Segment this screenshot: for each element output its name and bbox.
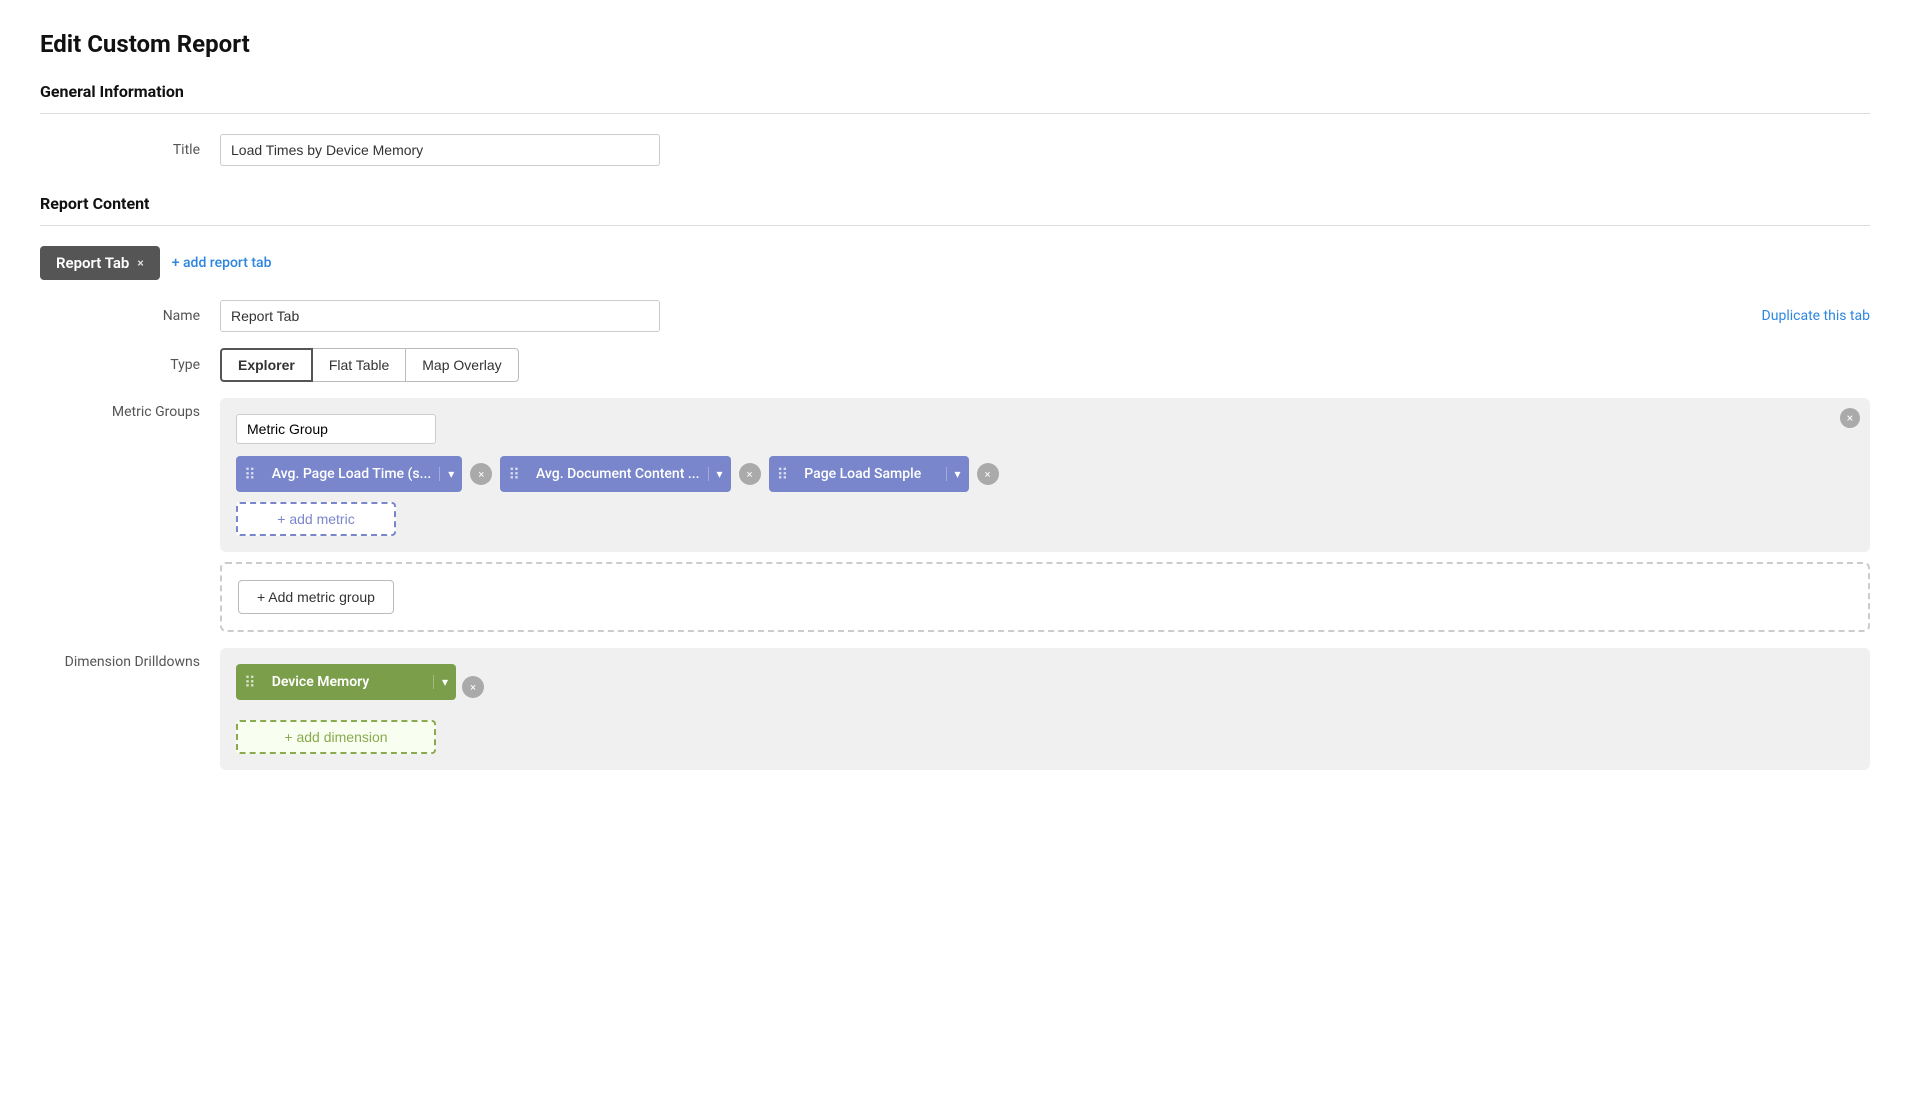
metric-2-wrapper: ⠿ Avg. Document Content ... ▾ ×	[500, 456, 760, 492]
add-metric-group-wrapper: + Add metric group	[220, 562, 1870, 632]
page-title: Edit Custom Report	[40, 30, 1870, 58]
dimension-1-row: ⠿ Device Memory ▾ ×	[236, 664, 1854, 710]
metric-1-wrapper: ⠿ Avg. Page Load Time (s... ▾ ×	[236, 456, 492, 492]
metric-3-close-btn[interactable]: ×	[977, 463, 999, 485]
metric-group-name-input[interactable]	[236, 414, 436, 444]
metric-group-close-icon: ×	[1847, 411, 1853, 425]
add-dimension-button[interactable]: + add dimension	[236, 720, 436, 754]
title-input[interactable]	[220, 134, 660, 166]
metric-1-label: Avg. Page Load Time (s...	[264, 466, 440, 482]
metric-3-drag-handle[interactable]: ⠿	[769, 465, 797, 484]
metric-1-dropdown-arrow[interactable]: ▾	[439, 467, 462, 481]
metric-group-close-btn[interactable]: ×	[1840, 408, 1860, 428]
metric-2-close-btn[interactable]: ×	[739, 463, 761, 485]
dimension-1-label: Device Memory	[264, 674, 433, 690]
tab-close-icon[interactable]: ×	[137, 256, 143, 270]
tab-name-row: Name Duplicate this tab	[40, 300, 1870, 332]
metrics-row: ⠿ Avg. Page Load Time (s... ▾ × ⠿ Avg. D…	[236, 456, 1854, 492]
title-label: Title	[40, 142, 220, 158]
metric-chip-2: ⠿ Avg. Document Content ... ▾	[500, 456, 730, 492]
metric-1-drag-handle[interactable]: ⠿	[236, 465, 264, 484]
section-divider-2	[40, 225, 1870, 226]
name-label: Name	[40, 308, 220, 324]
general-info-section: General Information Title	[40, 82, 1870, 166]
report-content-heading: Report Content	[40, 194, 1870, 213]
type-btn-explorer[interactable]: Explorer	[220, 348, 313, 382]
type-label: Type	[40, 357, 220, 373]
title-row: Title	[40, 134, 1870, 166]
metric-3-wrapper: ⠿ Page Load Sample ▾ ×	[769, 456, 999, 492]
type-row: Type Explorer Flat Table Map Overlay	[40, 348, 1870, 382]
dimension-1-drag-handle[interactable]: ⠿	[236, 673, 264, 692]
metric-1-close-btn[interactable]: ×	[470, 463, 492, 485]
metric-3-label: Page Load Sample	[796, 466, 945, 482]
dimension-drilldowns-row: Dimension Drilldowns ⠿ Device Memory ▾ ×…	[40, 648, 1870, 770]
metric-2-label: Avg. Document Content ...	[528, 466, 708, 482]
add-metric-button[interactable]: + add metric	[236, 502, 396, 536]
type-btn-map-overlay[interactable]: Map Overlay	[405, 348, 518, 382]
metric-2-drag-handle[interactable]: ⠿	[500, 465, 528, 484]
metric-groups-row: Metric Groups × ⠿ Avg. Page Load Time (s…	[40, 398, 1870, 632]
metric-2-dropdown-arrow[interactable]: ▾	[708, 467, 731, 481]
dimension-1-dropdown-arrow[interactable]: ▾	[433, 675, 456, 689]
general-info-heading: General Information	[40, 82, 1870, 101]
type-btn-flat-table[interactable]: Flat Table	[312, 348, 406, 382]
dimension-container: ⠿ Device Memory ▾ × + add dimension	[220, 648, 1870, 770]
duplicate-tab-link[interactable]: Duplicate this tab	[1762, 308, 1870, 324]
dimension-1-close-btn[interactable]: ×	[462, 676, 484, 698]
tab-name-input[interactable]	[220, 300, 660, 332]
dimension-drilldowns-label: Dimension Drilldowns	[40, 648, 220, 670]
tab-bar: Report Tab × + add report tab	[40, 246, 1870, 280]
report-content-section: Report Content Report Tab × + add report…	[40, 194, 1870, 770]
add-metric-group-button[interactable]: + Add metric group	[238, 580, 394, 614]
metric-chip-1: ⠿ Avg. Page Load Time (s... ▾	[236, 456, 462, 492]
dimension-chip-1: ⠿ Device Memory ▾	[236, 664, 456, 700]
report-tab[interactable]: Report Tab ×	[40, 246, 160, 280]
tab-label: Report Tab	[56, 254, 129, 272]
metric-groups-label: Metric Groups	[40, 398, 220, 420]
add-report-tab-link[interactable]: + add report tab	[172, 255, 272, 271]
metric-group-container: × ⠿ Avg. Page Load Time (s... ▾ ×	[220, 398, 1870, 552]
metric-3-dropdown-arrow[interactable]: ▾	[946, 467, 969, 481]
type-buttons-group: Explorer Flat Table Map Overlay	[220, 348, 518, 382]
metric-chip-3: ⠿ Page Load Sample ▾	[769, 456, 969, 492]
section-divider-1	[40, 113, 1870, 114]
